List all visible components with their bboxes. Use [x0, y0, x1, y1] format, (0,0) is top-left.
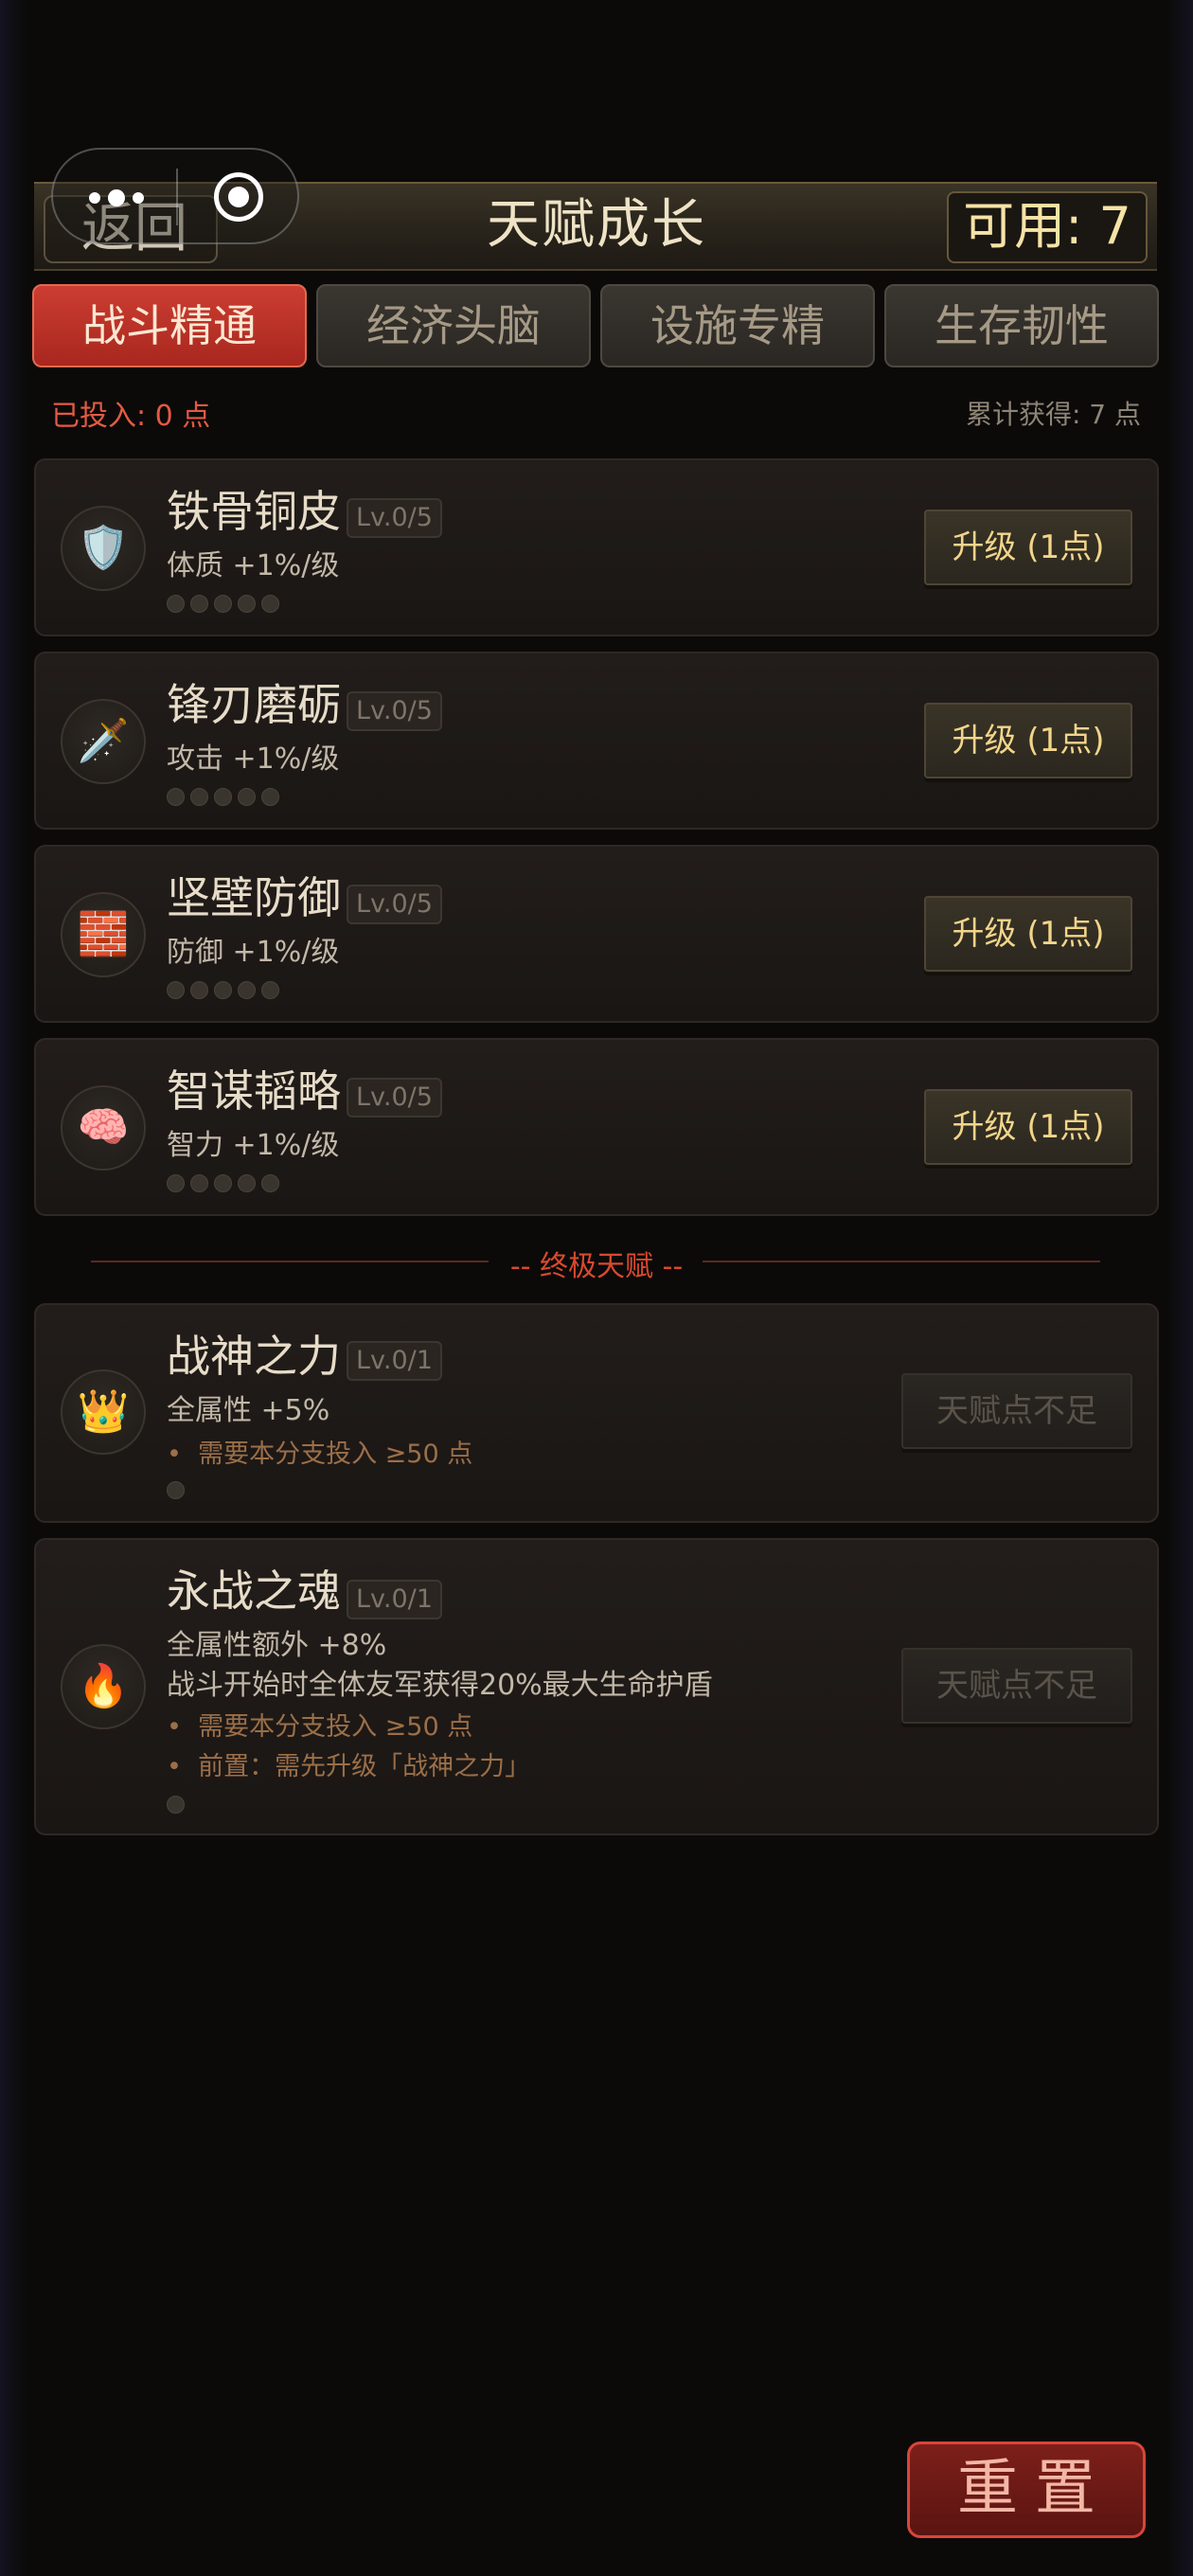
- talent-level: Lv.0/5: [347, 498, 442, 538]
- talent-level: Lv.0/5: [347, 1078, 442, 1118]
- level-pips: [167, 1481, 185, 1499]
- upgrade-button[interactable]: 升级 (1点): [924, 703, 1132, 778]
- level-pips: [167, 1174, 279, 1192]
- talent-name: 铁骨铜皮: [167, 486, 341, 537]
- talent-level: Lv.0/5: [347, 691, 442, 731]
- reset-button[interactable]: 重置: [907, 2442, 1146, 2538]
- talent-level: Lv.0/1: [347, 1580, 442, 1619]
- level-pips: [167, 595, 279, 613]
- tab-combat-mastery[interactable]: 战斗精通: [32, 284, 307, 367]
- talent-card: 🧱 坚壁防御 Lv.0/5 防御 +1%/级 升级 (1点): [34, 845, 1159, 1023]
- talent-card: 🗡️ 锋刃磨砺 Lv.0/5 攻击 +1%/级 升级 (1点): [34, 652, 1159, 830]
- branch-tabs: 战斗精通 经济头脑 设施专精 生存韧性: [32, 284, 1159, 367]
- level-pips: [167, 1796, 185, 1814]
- talent-name: 智谋韬略: [167, 1065, 341, 1117]
- ultimate-talent-card: 👑 战神之力 Lv.0/1 全属性 +5% • 需要本分支投入 ≥50 点 天赋…: [34, 1303, 1159, 1523]
- talent-desc: 全属性 +5%: [167, 1394, 330, 1427]
- tab-economy[interactable]: 经济头脑: [316, 284, 591, 367]
- ultimate-talent-card: 🔥 永战之魂 Lv.0/1 全属性额外 +8% 战斗开始时全体友军获得20%最大…: [34, 1538, 1159, 1835]
- talent-card: 🛡️ 铁骨铜皮 Lv.0/5 体质 +1%/级 升级 (1点): [34, 458, 1159, 636]
- talent-desc: 智力 +1%/级: [167, 1129, 340, 1162]
- talent-card: 🧠 智谋韬略 Lv.0/5 智力 +1%/级 升级 (1点): [34, 1038, 1159, 1216]
- tab-survival[interactable]: 生存韧性: [884, 284, 1159, 367]
- level-pips: [167, 788, 279, 806]
- earned-points: 累计获得: 7 点: [965, 399, 1141, 430]
- requirement: • 需要本分支投入 ≥50 点: [167, 1440, 473, 1469]
- available-points-badge: 可用: 7: [947, 191, 1148, 263]
- talent-desc: 攻击 +1%/级: [167, 742, 340, 776]
- insufficient-points-button[interactable]: 天赋点不足: [901, 1373, 1132, 1449]
- brick-icon: 🧱: [61, 892, 146, 977]
- talent-level: Lv.0/1: [347, 1341, 442, 1381]
- left-edge-shade: [0, 0, 27, 2576]
- more-icon[interactable]: [89, 189, 144, 206]
- talent-desc: 全属性额外 +8%: [167, 1629, 387, 1662]
- talent-name: 坚壁防御: [167, 872, 341, 923]
- capsule-divider: [176, 169, 178, 225]
- right-edge-shade: [1166, 0, 1193, 2576]
- upgrade-button[interactable]: 升级 (1点): [924, 510, 1132, 585]
- talent-desc: 体质 +1%/级: [167, 549, 340, 582]
- talent-desc: 战斗开始时全体友军获得20%最大生命护盾: [167, 1669, 713, 1702]
- close-target-icon[interactable]: [214, 172, 263, 222]
- talent-desc: 防御 +1%/级: [167, 936, 340, 969]
- brain-icon: 🧠: [61, 1085, 146, 1171]
- crown-icon: 👑: [61, 1369, 146, 1455]
- upgrade-button[interactable]: 升级 (1点): [924, 896, 1132, 972]
- mini-program-capsule[interactable]: [51, 148, 299, 244]
- upgrade-button[interactable]: 升级 (1点): [924, 1089, 1132, 1165]
- talent-name: 永战之魂: [167, 1565, 341, 1617]
- talent-level: Lv.0/5: [347, 885, 442, 924]
- requirement: • 需要本分支投入 ≥50 点: [167, 1712, 473, 1742]
- invested-points: 已投入: 0 点: [51, 400, 211, 433]
- talent-name: 战神之力: [167, 1331, 341, 1382]
- tab-facility[interactable]: 设施专精: [600, 284, 875, 367]
- ultimate-section-label: -- 终极天赋 --: [509, 1250, 684, 1283]
- shield-icon: 🛡️: [61, 506, 146, 591]
- requirement: • 前置：需先升级「战神之力」: [167, 1752, 531, 1781]
- talent-name: 锋刃磨砺: [167, 679, 341, 730]
- insufficient-points-button[interactable]: 天赋点不足: [901, 1648, 1132, 1724]
- level-pips: [167, 981, 279, 999]
- dagger-icon: 🗡️: [61, 699, 146, 784]
- fire-icon: 🔥: [61, 1644, 146, 1729]
